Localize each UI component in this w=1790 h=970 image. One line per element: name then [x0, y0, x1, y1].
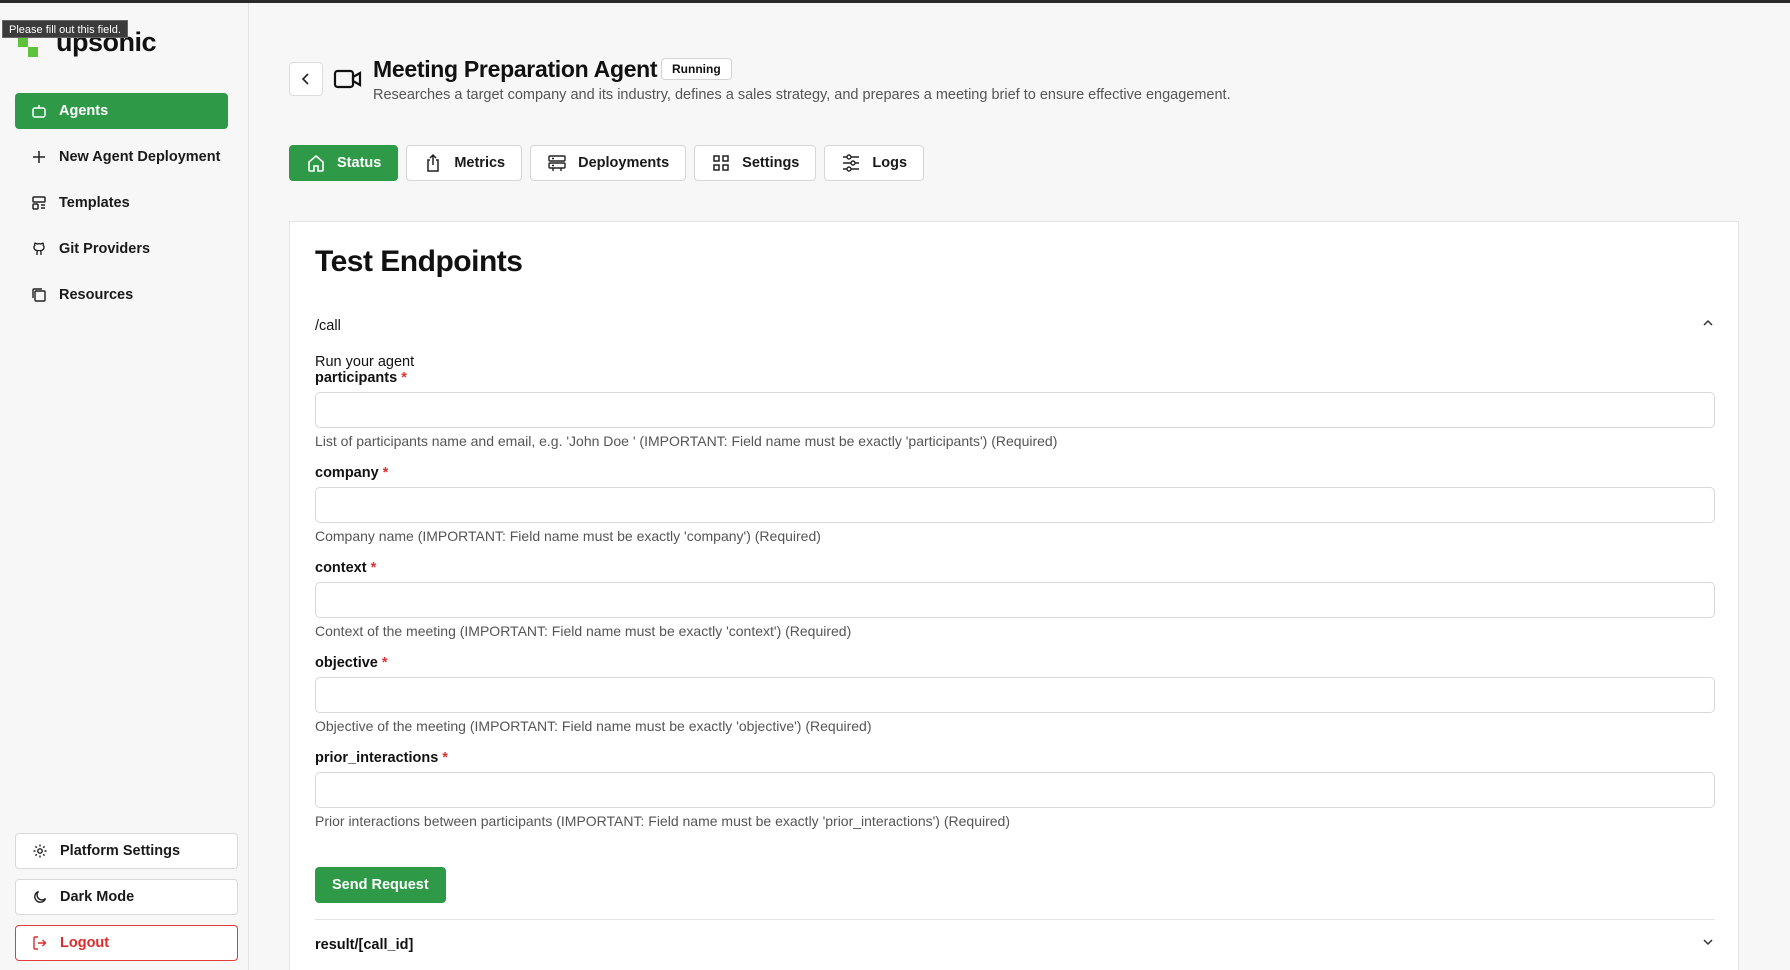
- context-input[interactable]: [315, 582, 1715, 618]
- sidebar-item-label: Agents: [59, 103, 109, 119]
- chevron-left-icon: [301, 73, 309, 85]
- required-mark: *: [401, 370, 407, 386]
- tab-logs[interactable]: Logs: [824, 145, 925, 181]
- platform-settings-button[interactable]: Platform Settings: [15, 833, 238, 869]
- field-context: context * Context of the meeting (IMPORTA…: [315, 560, 1715, 639]
- sliders-icon: [841, 153, 861, 173]
- dark-mode-button[interactable]: Dark Mode: [15, 879, 238, 915]
- endpoint-description: Run your agent: [315, 354, 415, 370]
- resources-icon: [31, 287, 47, 303]
- plus-icon: [31, 149, 47, 165]
- endpoint-path: result/[call_id]: [315, 937, 414, 953]
- tab-label: Settings: [742, 155, 800, 171]
- field-label: prior_interactions *: [315, 750, 448, 766]
- participants-input[interactable]: [315, 392, 1715, 428]
- sidebar-item-agents[interactable]: Agents: [15, 93, 228, 129]
- company-input[interactable]: [315, 487, 1715, 523]
- tab-label: Deployments: [578, 155, 670, 171]
- field-label: company *: [315, 465, 389, 481]
- endpoint-call-header[interactable]: /call: [315, 318, 1715, 334]
- dark-mode-label: Dark Mode: [60, 889, 135, 905]
- gear-icon: [32, 843, 48, 859]
- field-help: Prior interactions between participants …: [315, 813, 1010, 829]
- tab-deployments[interactable]: Deployments: [530, 145, 687, 181]
- divider: [315, 919, 1715, 920]
- required-mark: *: [442, 750, 448, 766]
- field-help: List of participants name and email, e.g…: [315, 433, 1058, 449]
- page-title: Meeting Preparation Agent: [373, 56, 658, 82]
- sidebar-item-new-agent-deployment[interactable]: New Agent Deployment: [15, 139, 228, 175]
- tab-label: Status: [337, 155, 382, 171]
- top-border: [0, 0, 1790, 3]
- sidebar-item-label: Git Providers: [59, 241, 151, 257]
- template-icon: [31, 195, 47, 211]
- sidebar-bottom: Platform Settings Dark Mode Logout: [15, 833, 238, 970]
- logout-label: Logout: [60, 935, 110, 951]
- field-label: objective *: [315, 655, 388, 671]
- required-mark: *: [382, 465, 389, 481]
- tab-label: Logs: [872, 155, 908, 171]
- sidebar: upsonic Agents New Agent Deployment Temp…: [0, 3, 249, 970]
- sidebar-item-git-providers[interactable]: Git Providers: [15, 231, 228, 267]
- required-mark: *: [370, 560, 377, 576]
- chevron-up-icon: [1703, 319, 1713, 326]
- prior-interactions-input[interactable]: [315, 772, 1715, 808]
- field-participants: participants * List of participants name …: [315, 370, 1715, 449]
- sidebar-item-templates[interactable]: Templates: [15, 185, 228, 221]
- server-icon: [547, 153, 567, 173]
- tab-label: Metrics: [454, 155, 506, 171]
- field-help: Context of the meeting (IMPORTANT: Field…: [315, 623, 852, 639]
- platform-settings-label: Platform Settings: [60, 843, 181, 859]
- home-icon: [306, 153, 326, 173]
- chevron-down-icon: [1703, 939, 1713, 946]
- tab-status[interactable]: Status: [289, 145, 399, 181]
- tab-settings[interactable]: Settings: [694, 145, 817, 181]
- logout-button[interactable]: Logout: [15, 925, 238, 961]
- status-badge: Running: [661, 58, 732, 80]
- endpoint-path: /call: [315, 318, 341, 334]
- sidebar-item-label: Templates: [59, 195, 130, 211]
- sidebar-item-label: Resources: [59, 287, 134, 303]
- field-prior-interactions: prior_interactions * Prior interactions b…: [315, 750, 1715, 829]
- sidebar-nav: Agents New Agent Deployment Templates Gi…: [15, 93, 228, 323]
- field-help: Company name (IMPORTANT: Field name must…: [315, 528, 821, 544]
- back-button[interactable]: [289, 62, 323, 96]
- field-label: context *: [315, 560, 377, 576]
- field-company: company * Company name (IMPORTANT: Field …: [315, 465, 1715, 544]
- field-label: participants *: [315, 370, 407, 386]
- moon-icon: [32, 889, 48, 905]
- video-camera-icon: [333, 66, 363, 92]
- github-icon: [31, 241, 47, 257]
- field-help: Objective of the meeting (IMPORTANT: Fie…: [315, 718, 872, 734]
- endpoint-result-header[interactable]: result/[call_id]: [315, 937, 1715, 953]
- test-endpoints-panel: Test Endpoints /call Run your agent part…: [289, 221, 1739, 970]
- page-subtitle: Researches a target company and its indu…: [373, 87, 1231, 103]
- validation-tooltip: Please fill out this field.: [2, 20, 128, 38]
- required-mark: *: [381, 655, 388, 671]
- sidebar-item-label: New Agent Deployment: [59, 149, 221, 165]
- objective-input[interactable]: [315, 677, 1715, 713]
- grid-icon: [711, 153, 731, 173]
- sidebar-item-resources[interactable]: Resources: [15, 277, 228, 313]
- tab-bar: Status Metrics Deployments Settings Logs: [289, 145, 925, 181]
- tab-metrics[interactable]: Metrics: [406, 145, 523, 181]
- logout-icon: [32, 935, 48, 951]
- send-request-button[interactable]: Send Request: [315, 867, 446, 903]
- share-icon: [423, 153, 443, 173]
- bot-icon: [31, 103, 47, 119]
- field-objective: objective * Objective of the meeting (IMP…: [315, 655, 1715, 734]
- panel-title: Test Endpoints: [315, 245, 523, 278]
